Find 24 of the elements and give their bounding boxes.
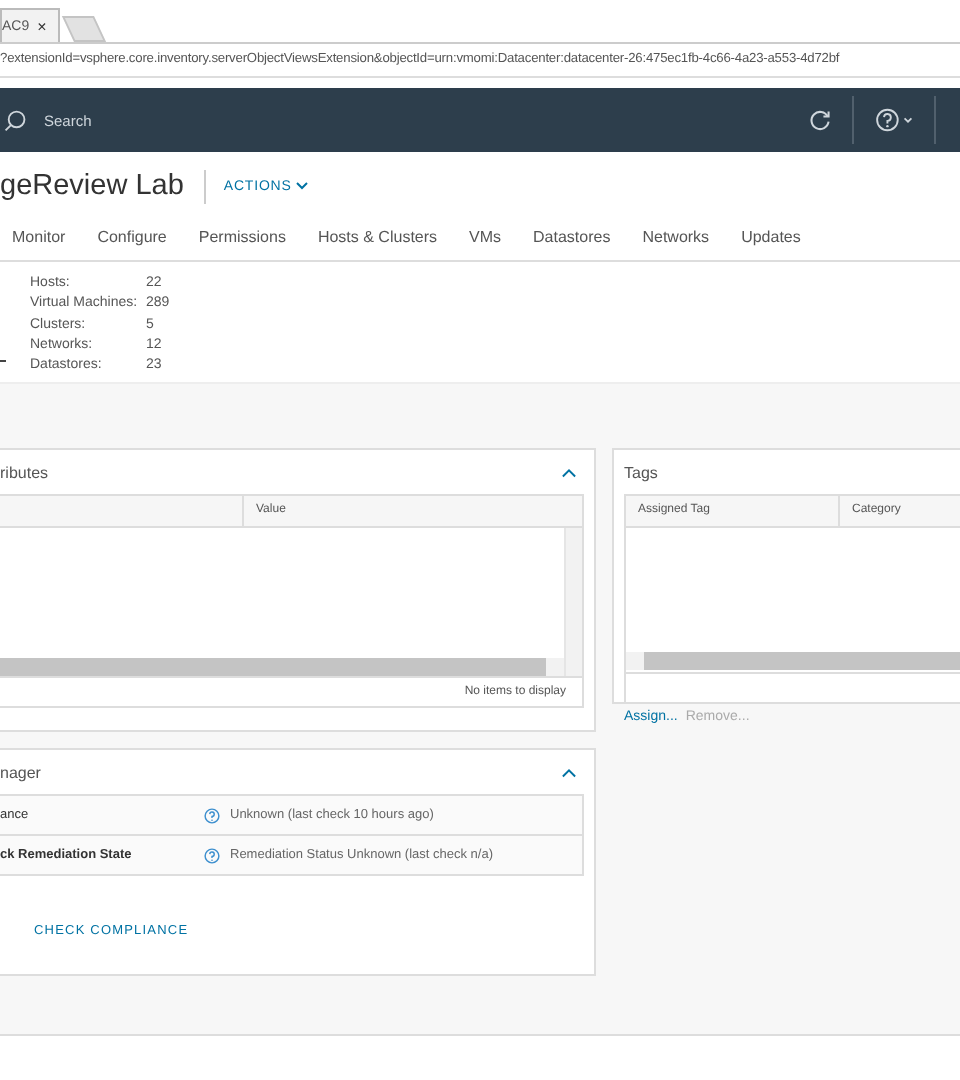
collapse-icon[interactable] (562, 767, 576, 777)
help-icon (204, 807, 220, 823)
nav-tab[interactable]: Hosts & Clusters (317, 216, 438, 260)
nav-tab[interactable]: Networks (642, 216, 710, 260)
nav-tab[interactable]: Permissions (198, 216, 286, 260)
panel-title: Tags (624, 463, 658, 481)
nav-tab[interactable]: Configure (97, 216, 167, 260)
refresh-icon[interactable] (808, 108, 832, 132)
nav-tab[interactable]: VMs (469, 216, 502, 260)
help-icon (204, 847, 220, 863)
caret-icon (295, 182, 308, 190)
nav-tab[interactable]: Datastores (533, 216, 611, 260)
page-title: geReview Lab (0, 170, 184, 202)
close-icon[interactable]: × (37, 17, 47, 35)
nav-tab[interactable]: Updates (741, 216, 801, 260)
panel-title: ributes (0, 463, 49, 481)
help-icon[interactable] (874, 108, 918, 132)
nav-tab[interactable]: Monitor (12, 216, 66, 260)
vertical-scrollbar[interactable] (564, 528, 582, 676)
horizontal-scrollbar[interactable] (0, 658, 564, 676)
search-icon[interactable] (4, 109, 26, 131)
horizontal-scrollbar[interactable] (626, 652, 960, 670)
collapse-icon[interactable] (562, 467, 576, 477)
panel-title: nager (0, 763, 41, 781)
